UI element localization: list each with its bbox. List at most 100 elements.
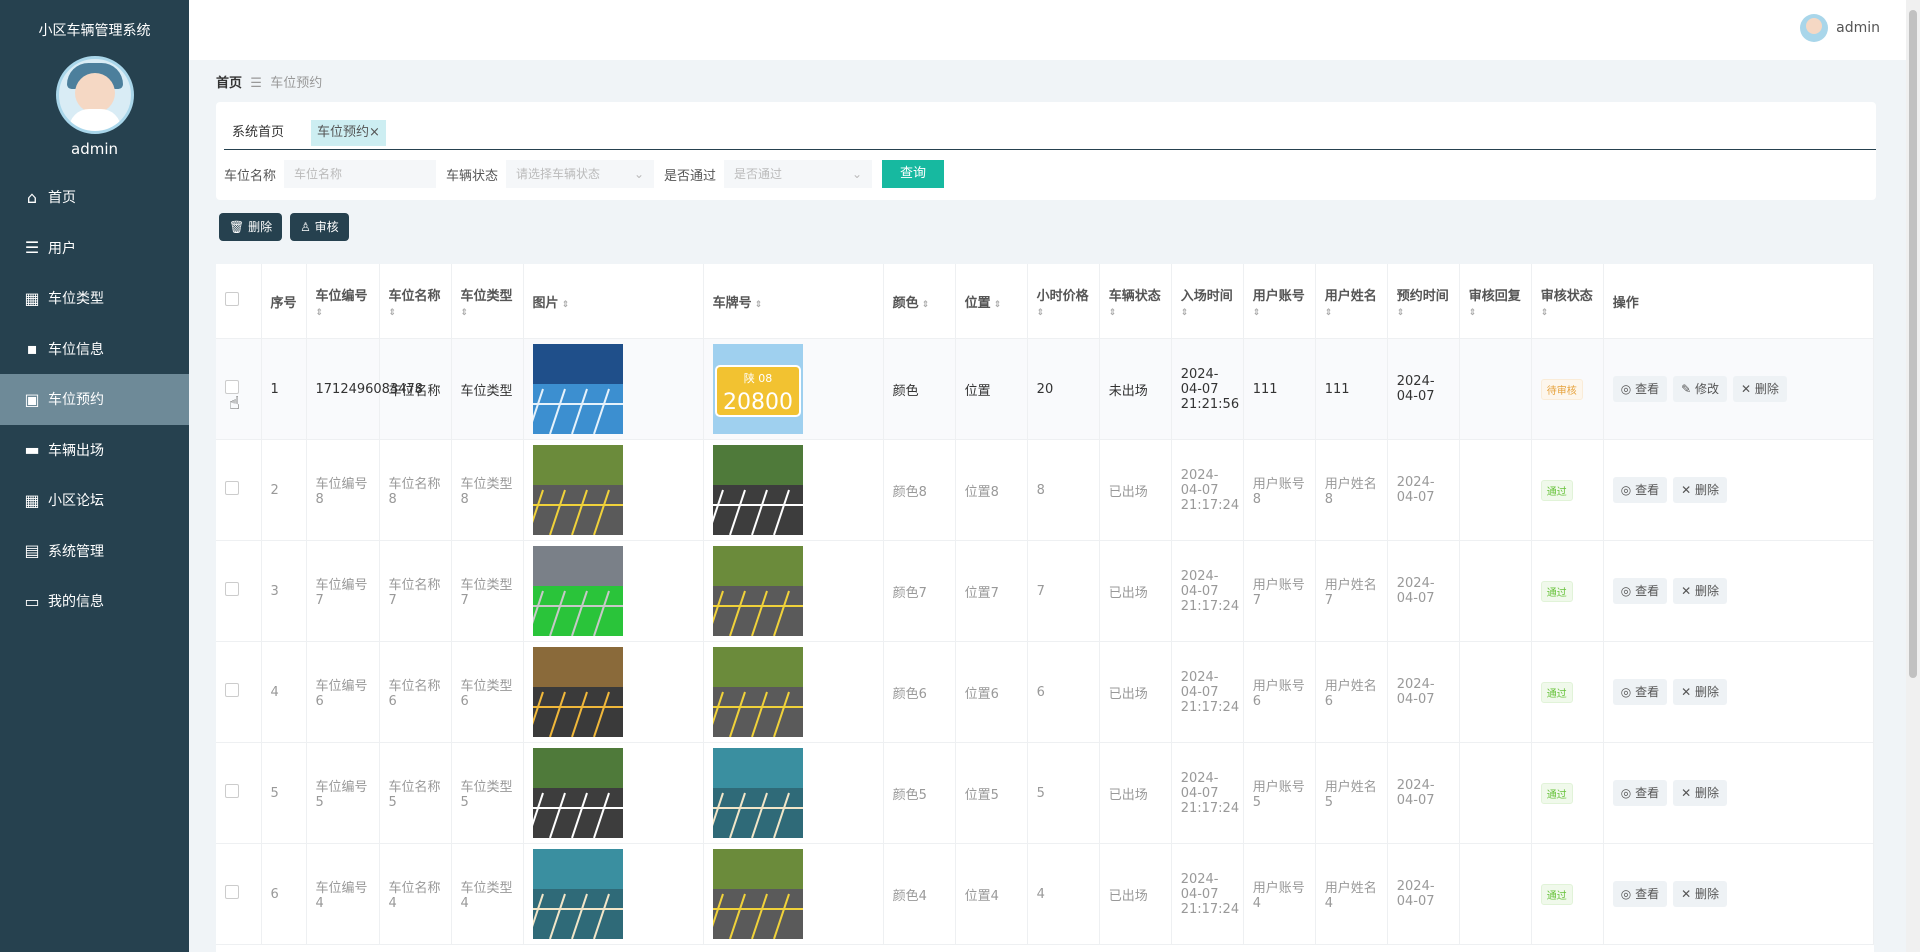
- column-header-label: 图片: [532, 295, 559, 311]
- column-header[interactable]: 小时价格 ⇕: [1027, 264, 1100, 339]
- row-checkbox[interactable]: [225, 885, 239, 899]
- column-header[interactable]: 用户姓名 ⇕: [1315, 264, 1388, 339]
- bulk-delete-button[interactable]: 🗑 删除: [219, 213, 283, 241]
- column-header[interactable]: 预约时间 ⇕: [1387, 264, 1460, 339]
- sort-icon[interactable]: ⇕: [1109, 308, 1162, 318]
- view-button[interactable]: ◎ 查看: [1612, 477, 1668, 503]
- column-header[interactable]: 图片 ⇕: [523, 264, 704, 339]
- parking-photo[interactable]: [532, 344, 623, 434]
- column-header[interactable]: 入场时间 ⇕: [1171, 264, 1244, 339]
- license-plate-image[interactable]: 陕 08 20800: [712, 344, 803, 434]
- query-button[interactable]: 查询: [882, 160, 945, 188]
- column-header: 操作: [1603, 264, 1874, 339]
- column-header[interactable]: 位置 ⇕: [955, 264, 1028, 339]
- delete-button[interactable]: ✕ 删除: [1673, 780, 1727, 806]
- tab-home[interactable]: 系统首页: [226, 120, 290, 146]
- status-select[interactable]: 请选择车辆状态 ⌄: [506, 160, 655, 188]
- parking-photo[interactable]: [712, 445, 803, 535]
- breadcrumb-home[interactable]: 首页: [216, 76, 242, 91]
- audit-button[interactable]: ♙ 审核: [290, 213, 349, 241]
- parking-photo[interactable]: [712, 546, 803, 636]
- parking-photo[interactable]: [712, 647, 803, 737]
- cell-reply: [1459, 338, 1532, 440]
- sidebar-item-8[interactable]: ▭ 我的信息: [0, 576, 189, 627]
- sort-icon[interactable]: ⇕: [1325, 308, 1378, 318]
- column-header[interactable]: 审核回复 ⇕: [1459, 264, 1532, 339]
- cell-reserve_time: 2024-04-07: [1387, 843, 1460, 945]
- parking-photo[interactable]: [532, 546, 623, 636]
- row-checkbox[interactable]: [225, 683, 239, 697]
- table-row[interactable]: 6 车位编号4 车位名称4 车位类型4 颜色4 位置4 4 已出场 2024-04-07 21:…: [216, 843, 1874, 945]
- sidebar-item-0[interactable]: ⌂ 首页: [0, 172, 189, 223]
- sort-icon[interactable]: ⇕: [1397, 308, 1450, 318]
- sort-icon[interactable]: ⇕: [1253, 308, 1306, 318]
- column-header[interactable]: 车辆状态 ⇕: [1099, 264, 1172, 339]
- sidebar-item-2[interactable]: ▦ 车位类型: [0, 273, 189, 324]
- tab-reservation[interactable]: 车位预约×: [311, 120, 386, 146]
- avatar: [55, 56, 134, 134]
- sort-icon[interactable]: ⇕: [461, 308, 514, 318]
- edit-button[interactable]: ✎ 修改: [1673, 376, 1727, 402]
- delete-button[interactable]: ✕ 删除: [1673, 881, 1727, 907]
- cell-account: 用户账号6: [1243, 641, 1316, 743]
- column-header-label: 序号: [270, 295, 297, 311]
- column-header[interactable]: 用户账号 ⇕: [1243, 264, 1316, 339]
- row-checkbox[interactable]: [225, 582, 239, 596]
- sidebar-item-3[interactable]: ▪ 车位信息: [0, 324, 189, 375]
- table-row[interactable]: 4 车位编号6 车位名称6 车位类型6 颜色6 位置6 6 已出场 2024-04-07 21:…: [216, 641, 1874, 743]
- view-button[interactable]: ◎ 查看: [1612, 780, 1668, 806]
- column-header[interactable]: 车位名称 ⇕: [379, 264, 452, 339]
- view-button[interactable]: ◎ 查看: [1612, 679, 1668, 705]
- parking-photo[interactable]: [532, 647, 623, 737]
- sort-icon[interactable]: ⇕: [389, 308, 442, 318]
- sort-icon[interactable]: ⇕: [1181, 308, 1234, 318]
- sort-icon[interactable]: ⇕: [316, 308, 370, 318]
- name-input[interactable]: 车位名称: [284, 160, 437, 188]
- column-header[interactable]: 审核状态 ⇕: [1531, 264, 1604, 339]
- view-button[interactable]: ◎ 查看: [1612, 881, 1668, 907]
- parking-photo[interactable]: [532, 445, 623, 535]
- column-header[interactable]: 颜色 ⇕: [883, 264, 956, 339]
- parking-photo[interactable]: [532, 748, 623, 838]
- page-scrollbar[interactable]: [1906, 0, 1920, 952]
- scrollbar-thumb[interactable]: [1909, 10, 1917, 678]
- parking-photo[interactable]: [712, 748, 803, 838]
- view-button[interactable]: ◎ 查看: [1612, 376, 1668, 402]
- delete-button[interactable]: ✕ 删除: [1673, 679, 1727, 705]
- sort-icon[interactable]: ⇕: [991, 300, 1002, 310]
- user-menu[interactable]: admin: [1800, 14, 1880, 42]
- sort-icon[interactable]: ⇕: [1541, 308, 1594, 318]
- close-icon[interactable]: ×: [369, 125, 380, 140]
- sidebar-item-4[interactable]: ▣ 车位预约: [0, 374, 189, 425]
- row-checkbox[interactable]: [225, 481, 239, 495]
- pass-select[interactable]: 是否通过 ⌄: [724, 160, 873, 188]
- sidebar-item-7[interactable]: ▤ 系统管理: [0, 526, 189, 577]
- sidebar-item-6[interactable]: ▦ 小区论坛: [0, 475, 189, 526]
- row-checkbox[interactable]: [225, 380, 239, 394]
- column-header[interactable]: 车牌号 ⇕: [703, 264, 884, 339]
- table-row[interactable]: 3 车位编号7 车位名称7 车位类型7 颜色7 位置7 7 已出场 2024-04-07 21:…: [216, 540, 1874, 642]
- table-row[interactable]: 5 车位编号5 车位名称5 车位类型5 颜色5 位置5 5 已出场 2024-04-07 21:…: [216, 742, 1874, 844]
- delete-button[interactable]: ✕ 删除: [1733, 376, 1787, 402]
- column-header[interactable]: 车位类型 ⇕: [451, 264, 524, 339]
- sort-icon[interactable]: ⇕: [919, 300, 930, 310]
- sort-icon[interactable]: ⇕: [752, 300, 763, 310]
- sort-icon[interactable]: ⇕: [559, 300, 570, 310]
- parking-photo[interactable]: [532, 849, 623, 939]
- status-badge: 待审核: [1540, 378, 1583, 400]
- delete-button[interactable]: ✕ 删除: [1673, 477, 1727, 503]
- view-button[interactable]: ◎ 查看: [1612, 578, 1668, 604]
- sidebar-item-5[interactable]: ▬ 车辆出场: [0, 425, 189, 476]
- column-header[interactable]: 车位编号 ⇕: [306, 264, 380, 339]
- row-checkbox[interactable]: [225, 784, 239, 798]
- sidebar-item-1[interactable]: ☰ 用户: [0, 223, 189, 274]
- select-all-checkbox[interactable]: [225, 292, 239, 306]
- cell-entry_time: 2024-04-07 21:17:24: [1171, 641, 1244, 743]
- table-row[interactable]: 2 车位编号8 车位名称8 车位类型8 颜色8 位置8 8 已出场 2024-04-07 21:…: [216, 439, 1874, 541]
- table-row[interactable]: 1 1712496083478 车位名称 车位类型 陕 08 20800 颜色 位置 20 未出场…: [216, 338, 1874, 440]
- sort-icon[interactable]: ⇕: [1037, 308, 1090, 318]
- sort-icon[interactable]: ⇕: [1469, 308, 1522, 318]
- image-cell: [523, 843, 704, 945]
- parking-photo[interactable]: [712, 849, 803, 939]
- delete-button[interactable]: ✕ 删除: [1673, 578, 1727, 604]
